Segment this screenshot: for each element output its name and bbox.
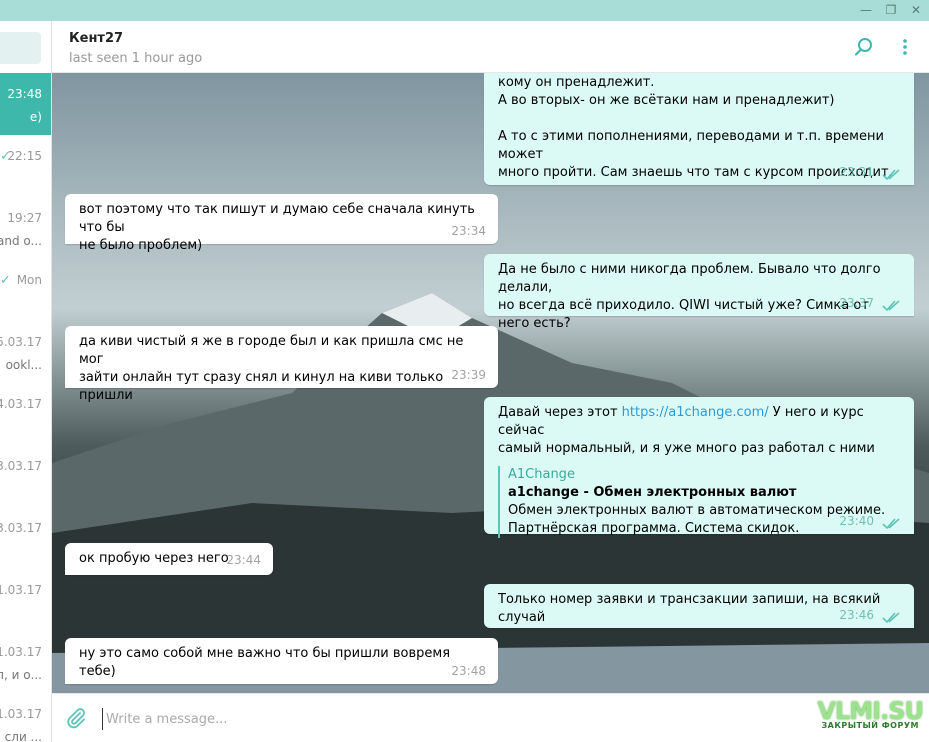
dialog-time: 22:15 xyxy=(7,149,42,163)
message-text: Давай через этот https://a1change.com/ У… xyxy=(498,405,875,456)
dialog-list-item[interactable]: ✓ 22:15 xyxy=(0,135,51,197)
dialog-snippet: сли ... xyxy=(4,730,42,742)
double-check-icon xyxy=(882,300,900,312)
message-time: 23:31 xyxy=(839,165,874,179)
message-input[interactable] xyxy=(102,708,822,730)
chat-history[interactable]: кому он пренадлежит. А во вторых- он же в… xyxy=(52,73,929,693)
message-time: 23:46 xyxy=(839,608,874,622)
watermark: VLMI.SU ЗАКРЫТЫЙ ФОРУМ xyxy=(817,698,924,730)
dialog-time: 1.03.17 xyxy=(0,707,42,721)
message-in[interactable]: ну это само собой мне важно что бы пришл… xyxy=(65,638,498,684)
dialog-list-item[interactable]: 1.03.17 л, и о... xyxy=(0,631,51,693)
sidebar-search-input[interactable] xyxy=(0,32,41,64)
watermark-subtitle: ЗАКРЫТЫЙ ФОРУМ xyxy=(821,721,919,730)
search-icon[interactable] xyxy=(852,35,876,59)
dialog-list-item[interactable]: 1.03.17 xyxy=(0,569,51,631)
maximize-button[interactable]: ❐ xyxy=(884,3,898,17)
dialog-time: Mon xyxy=(16,273,42,287)
attach-icon[interactable] xyxy=(64,706,88,730)
dialog-snippet: e) xyxy=(29,110,42,124)
dialog-list-item[interactable]: ✓ Mon xyxy=(0,259,51,321)
message-time: 23:37 xyxy=(839,296,874,310)
close-button[interactable]: ✕ xyxy=(909,3,923,17)
message-in[interactable]: вот поэтому что так пишут и думаю себе с… xyxy=(65,194,498,253)
dialog-snippet: ookl... xyxy=(5,358,42,372)
dialog-time: 19:27 xyxy=(7,211,42,225)
dialog-list-item[interactable]: 23:48 e) xyxy=(0,73,51,135)
message-time: 23:39 xyxy=(451,368,486,382)
double-check-icon: ✓ xyxy=(0,273,11,288)
message-out[interactable]: Давай через этот https://a1change.com/ У… xyxy=(484,397,914,538)
window-titlebar: — ❐ ✕ xyxy=(0,0,929,21)
message-text: ну это само собой мне важно что бы пришл… xyxy=(79,646,451,679)
dialog-snippet: л, и о... xyxy=(0,668,42,682)
message-time: 23:34 xyxy=(451,224,486,238)
dialog-time: 3.03.17 xyxy=(0,521,42,535)
message-text: да киви чистый я же в городе был и как п… xyxy=(79,334,464,403)
dialog-time: 4.03.17 xyxy=(0,397,42,411)
dialogs-sidebar: 23:48 e) ✓ 22:15 19:27 and o... ✓ Mon 5.03.17 ook… xyxy=(0,21,52,742)
message-text: вот поэтому что так пишут и думаю себе с… xyxy=(79,202,475,253)
dialog-snippet: and o... xyxy=(0,234,42,248)
message-time: 23:40 xyxy=(839,514,874,528)
message-in[interactable]: да киви чистый я же в городе был и как п… xyxy=(65,326,498,403)
double-check-icon xyxy=(882,169,900,181)
message-link[interactable]: https://a1change.com/ xyxy=(622,405,769,420)
message-out[interactable]: Только номер заявки и трансзакции запиши… xyxy=(484,584,914,628)
dialog-list-item[interactable]: 4.03.17 xyxy=(0,383,51,445)
message-composer: VLMI.SU ЗАКРЫТЫЙ ФОРУМ xyxy=(52,693,929,742)
preview-site-name: A1Change xyxy=(508,467,575,482)
message-in[interactable]: ок пробую через него 23:44 xyxy=(65,543,273,575)
dialog-list-item[interactable]: 5.03.17 ookl... xyxy=(0,321,51,383)
double-check-icon xyxy=(882,612,900,624)
more-menu-icon[interactable] xyxy=(893,35,917,59)
double-check-icon xyxy=(882,518,900,530)
dialog-time: 5.03.17 xyxy=(0,335,42,349)
minimize-button[interactable]: — xyxy=(859,3,873,17)
dialog-time: 3.03.17 xyxy=(0,459,42,473)
dialog-time: 23:48 xyxy=(7,87,42,101)
dialog-time: 1.03.17 xyxy=(0,583,42,597)
chat-header: Кент27 last seen 1 hour ago xyxy=(52,21,929,73)
message-time: 23:48 xyxy=(451,664,486,678)
message-out[interactable]: кому он пренадлежит. А во вторых- он же в… xyxy=(484,73,914,185)
dialog-list-item[interactable]: 3.03.17 xyxy=(0,445,51,507)
preview-title: a1change - Обмен электронных валют xyxy=(508,485,797,500)
dialog-list-item[interactable]: 1.03.17 сли ... xyxy=(0,693,51,742)
message-time: 23:44 xyxy=(226,553,261,567)
dialog-list-item[interactable]: 19:27 and o... xyxy=(0,197,51,259)
dialog-list-item[interactable]: 3.03.17 xyxy=(0,507,51,569)
dialog-time: 1.03.17 xyxy=(0,645,42,659)
peer-status: last seen 1 hour ago xyxy=(69,51,203,66)
message-out[interactable]: Да не было с ними никогда проблем. Бывал… xyxy=(484,254,914,331)
peer-name[interactable]: Кент27 xyxy=(69,31,123,46)
